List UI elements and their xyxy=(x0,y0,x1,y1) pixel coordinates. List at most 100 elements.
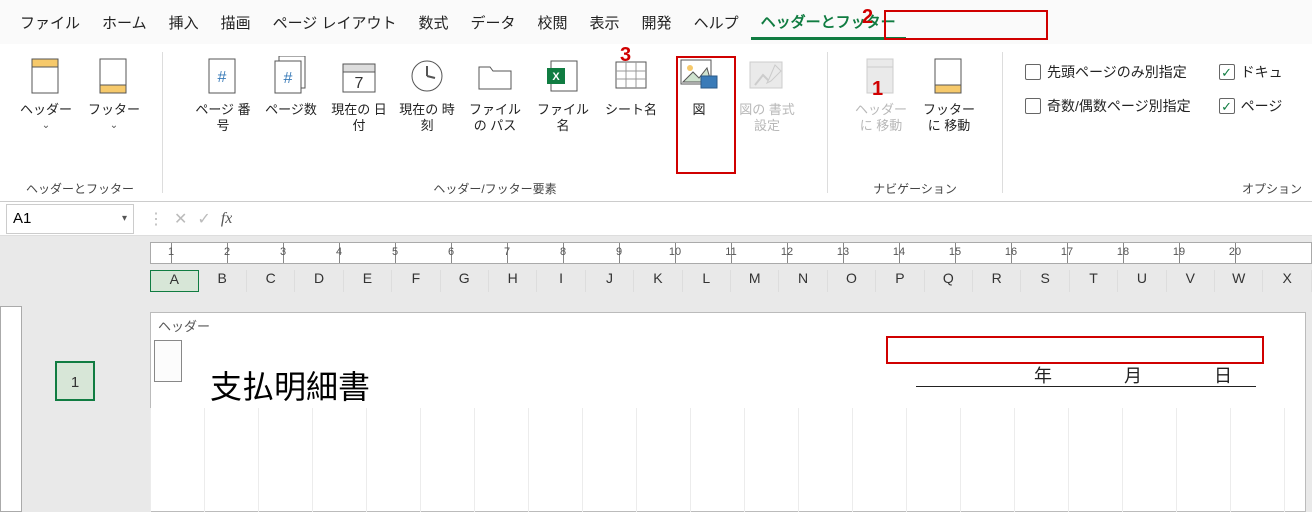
worksheet-area: 1234567891011121314151617181920 ABCDEFGH… xyxy=(0,236,1312,512)
picture-button[interactable]: 図 xyxy=(667,48,731,170)
option-label: ドキュ xyxy=(1241,62,1283,82)
row-header-1[interactable]: 1 xyxy=(55,361,95,401)
callout-1: 1 xyxy=(872,78,883,101)
goto-header-button: ヘッダーに 移動 xyxy=(849,48,913,170)
menu-home[interactable]: ホーム xyxy=(92,6,157,39)
ruler-mark: 14 xyxy=(893,246,905,258)
header-left-section[interactable] xyxy=(154,340,182,382)
name-box[interactable]: A1 ▾ xyxy=(6,204,134,234)
goto-footer-icon xyxy=(929,56,969,96)
column-header-F[interactable]: F xyxy=(392,270,440,292)
column-header-H[interactable]: H xyxy=(489,270,537,292)
ribbon-separator xyxy=(1002,52,1003,193)
ribbon-group-label: ナビゲーション xyxy=(832,176,998,199)
column-header-L[interactable]: L xyxy=(683,270,731,292)
checkbox-icon[interactable] xyxy=(1219,98,1235,114)
svg-text:#: # xyxy=(284,70,293,87)
picture-format-icon xyxy=(747,56,787,96)
column-header-P[interactable]: P xyxy=(876,270,924,292)
menu-formulas[interactable]: 数式 xyxy=(408,6,458,39)
menu-developer[interactable]: 開発 xyxy=(632,6,682,39)
column-header-X[interactable]: X xyxy=(1263,270,1311,292)
column-header-M[interactable]: M xyxy=(731,270,779,292)
column-header-S[interactable]: S xyxy=(1021,270,1069,292)
ribbon: ヘッダー ⌄ フッター ⌄ ヘッダーとフッター # ページ 番号 # ページ数 xyxy=(0,44,1312,202)
ribbon-group-navigation: ヘッダーに 移動 フッターに 移動 ナビゲーション xyxy=(830,44,1000,201)
option-odd-even-different[interactable]: 奇数/偶数ページ別指定 xyxy=(1025,96,1191,116)
current-date-button[interactable]: 7 現在の 日付 xyxy=(327,48,391,170)
ruler-mark: 4 xyxy=(336,246,342,258)
date-day-label: 日 xyxy=(1214,362,1232,388)
menu-draw[interactable]: 描画 xyxy=(211,6,261,39)
ruler-mark: 15 xyxy=(949,246,961,258)
option-scale-with-doc[interactable]: ドキュ xyxy=(1219,62,1283,82)
column-header-K[interactable]: K xyxy=(634,270,682,292)
menu-pagelayout[interactable]: ページ レイアウト xyxy=(263,6,407,39)
ruler-mark: 18 xyxy=(1117,246,1129,258)
column-header-N[interactable]: N xyxy=(779,270,827,292)
file-name-label: ファイル名 xyxy=(531,102,595,135)
column-header-C[interactable]: C xyxy=(247,270,295,292)
current-time-label: 現在の 時刻 xyxy=(395,102,459,135)
menu-file[interactable]: ファイル xyxy=(10,6,90,39)
option-label: 先頭ページのみ別指定 xyxy=(1047,62,1187,82)
footer-button[interactable]: フッター ⌄ xyxy=(82,48,146,170)
option-label: 奇数/偶数ページ別指定 xyxy=(1047,96,1191,116)
option-first-page-different[interactable]: 先頭ページのみ別指定 xyxy=(1025,62,1191,82)
cancel-icon[interactable]: ✕ xyxy=(174,209,187,229)
column-header-R[interactable]: R xyxy=(973,270,1021,292)
ruler-mark: 20 xyxy=(1229,246,1241,258)
page-count-label: ページ数 xyxy=(265,102,317,118)
column-header-Q[interactable]: Q xyxy=(925,270,973,292)
option-align-page-margins[interactable]: ページ xyxy=(1219,96,1283,116)
column-header-I[interactable]: I xyxy=(537,270,585,292)
ruler-mark: 6 xyxy=(448,246,454,258)
menu-header-footer[interactable]: ヘッダーとフッター xyxy=(751,5,906,40)
column-header-J[interactable]: J xyxy=(586,270,634,292)
excel-file-icon: X xyxy=(543,56,583,96)
ruler-mark: 9 xyxy=(616,246,622,258)
ruler-mark: 16 xyxy=(1005,246,1017,258)
menu-view[interactable]: 表示 xyxy=(580,6,630,39)
calendar-icon: 7 xyxy=(339,56,379,96)
column-header-B[interactable]: B xyxy=(199,270,247,292)
page-number-button[interactable]: # ページ 番号 xyxy=(191,48,255,170)
column-header-G[interactable]: G xyxy=(441,270,489,292)
checkbox-icon[interactable] xyxy=(1025,98,1041,114)
grid-lines xyxy=(150,408,1306,512)
date-year-label: 年 xyxy=(1034,362,1052,388)
picture-format-button: 図の 書式設定 xyxy=(735,48,799,170)
page-number-icon: # xyxy=(203,56,243,96)
menu-data[interactable]: データ xyxy=(461,6,526,39)
column-header-W[interactable]: W xyxy=(1215,270,1263,292)
column-headers: ABCDEFGHIJKLMNOPQRSTUVWX xyxy=(150,270,1312,292)
column-header-T[interactable]: T xyxy=(1070,270,1118,292)
menu-review[interactable]: 校閲 xyxy=(528,6,578,39)
column-header-V[interactable]: V xyxy=(1167,270,1215,292)
chevron-down-icon: ⌄ xyxy=(110,120,118,131)
column-header-U[interactable]: U xyxy=(1118,270,1166,292)
column-header-D[interactable]: D xyxy=(295,270,343,292)
checkbox-icon[interactable] xyxy=(1219,64,1235,80)
checkbox-icon[interactable] xyxy=(1025,64,1041,80)
ruler-mark: 17 xyxy=(1061,246,1073,258)
ribbon-group-label: ヘッダーとフッター xyxy=(2,176,158,199)
formula-input[interactable] xyxy=(232,204,1312,234)
page-count-button[interactable]: # ページ数 xyxy=(259,48,323,170)
file-name-button[interactable]: X ファイル名 xyxy=(531,48,595,170)
goto-footer-label: フッターに 移動 xyxy=(917,102,981,135)
current-time-button[interactable]: 現在の 時刻 xyxy=(395,48,459,170)
column-header-O[interactable]: O xyxy=(828,270,876,292)
menu-insert[interactable]: 挿入 xyxy=(159,6,209,39)
column-header-A[interactable]: A xyxy=(150,270,199,292)
confirm-icon[interactable]: ✓ xyxy=(197,209,210,229)
menu-help[interactable]: ヘルプ xyxy=(684,6,749,39)
name-box-value: A1 xyxy=(13,210,31,227)
header-button[interactable]: ヘッダー ⌄ xyxy=(14,48,78,170)
ribbon-separator xyxy=(162,52,163,193)
column-header-E[interactable]: E xyxy=(344,270,392,292)
goto-footer-button[interactable]: フッターに 移動 xyxy=(917,48,981,170)
chevron-down-icon[interactable]: ▾ xyxy=(122,213,127,224)
fx-icon[interactable]: fx xyxy=(221,210,233,228)
file-path-button[interactable]: ファイルの パス xyxy=(463,48,527,170)
